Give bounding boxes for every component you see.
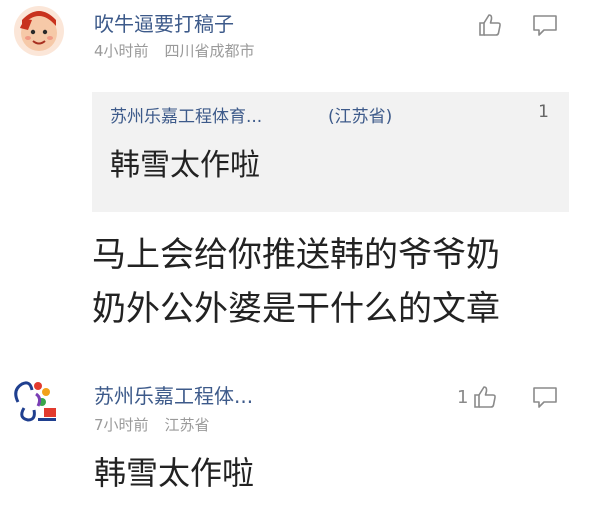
comment-bubble-icon <box>533 15 557 36</box>
sports-logo-icon <box>14 381 56 422</box>
cartoon-face-icon <box>20 11 57 51</box>
comment-body: 韩雪太作啦 <box>94 454 255 492</box>
comment-item: 吹牛逼要打稿子 4小时前 四川省成都市 苏州乐嘉工程体育... (江苏省) 1 韩… <box>0 0 600 340</box>
comment-location: 四川省成都市 <box>164 42 255 60</box>
quoted-username[interactable]: 苏州乐嘉工程体育... <box>110 102 262 127</box>
comment-body: 马上会给你推送韩的爷爷奶 奶外公外婆是干什么的文章 <box>92 228 572 336</box>
comment-bubble-icon <box>533 387 557 408</box>
comment-username[interactable]: 苏州乐嘉工程体... <box>94 380 253 409</box>
comment-time: 4小时前 <box>94 42 149 60</box>
quoted-floor-number: 1 <box>538 102 549 122</box>
quoted-location: (江苏省) <box>328 107 393 127</box>
comment-body-line: 奶外公外婆是干什么的文章 <box>92 289 500 329</box>
thumbs-up-icon <box>474 386 497 408</box>
like-count: 1 <box>457 386 469 408</box>
comment-username[interactable]: 吹牛逼要打稿子 <box>94 8 234 37</box>
comment-meta: 7小时前 江苏省 <box>94 414 210 435</box>
quoted-text: 韩雪太作啦 <box>110 148 260 183</box>
user-avatar[interactable] <box>14 6 64 56</box>
comment-time: 7小时前 <box>94 416 149 434</box>
comment-location: 江苏省 <box>164 416 210 434</box>
like-button[interactable]: 1 <box>457 384 498 410</box>
user-avatar[interactable] <box>8 372 62 426</box>
quoted-comment[interactable]: 苏州乐嘉工程体育... (江苏省) 1 韩雪太作啦 <box>92 92 569 212</box>
like-button[interactable] <box>477 12 503 38</box>
thumbs-up-icon <box>479 14 501 36</box>
comment-meta: 4小时前 四川省成都市 <box>94 40 255 61</box>
comment-body-line: 马上会给你推送韩的爷爷奶 <box>92 235 500 275</box>
reply-button[interactable] <box>532 13 558 37</box>
reply-button[interactable] <box>532 385 558 409</box>
comment-item: 苏州乐嘉工程体... 7小时前 江苏省 1 韩雪太作啦 <box>0 360 600 523</box>
